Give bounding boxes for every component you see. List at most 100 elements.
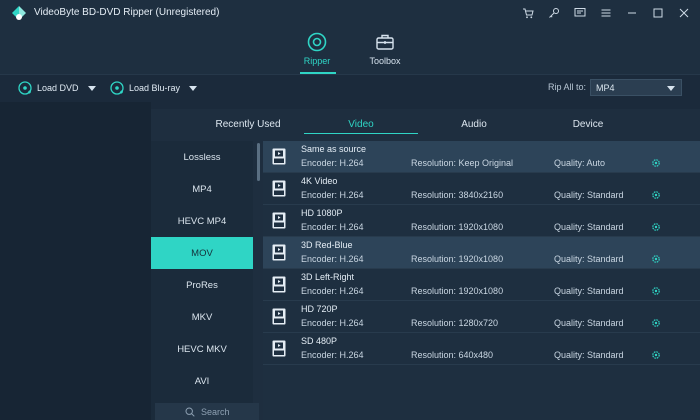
rip-all-format-select[interactable]: MP4 [590, 79, 682, 96]
format-name: HD 1080P [301, 208, 343, 218]
format-encoder: Encoder: H.264 [301, 158, 364, 168]
format-encoder: Encoder: H.264 [301, 318, 364, 328]
main-nav: Ripper Toolbox [0, 26, 700, 74]
format-name: SD 480P [301, 336, 338, 346]
ripper-icon [307, 32, 327, 52]
chevron-down-icon [667, 86, 675, 91]
close-icon[interactable] [676, 5, 692, 21]
format-row[interactable]: SD 480P Encoder: H.264 Resolution: 640x480… [263, 333, 700, 365]
app-title: VideoByte BD-DVD Ripper (Unregistered) [34, 7, 220, 18]
category-item-avi[interactable]: AVI [151, 365, 253, 397]
tab-audio[interactable]: Audio [429, 119, 519, 130]
gear-icon[interactable] [651, 158, 661, 168]
gear-icon[interactable] [651, 222, 661, 232]
format-quality: Quality: Standard [554, 222, 624, 232]
video-format-icon [272, 212, 286, 229]
format-row[interactable]: HD 720P Encoder: H.264 Resolution: 1280x72… [263, 301, 700, 333]
format-resolution: Resolution: 1920x1080 [411, 286, 504, 296]
format-resolution: Resolution: Keep Original [411, 158, 514, 168]
format-row[interactable]: 4K Video Encoder: H.264 Resolution: 3840x2… [263, 173, 700, 205]
format-name: Same as source [301, 144, 367, 154]
category-scrollbar[interactable] [257, 143, 260, 181]
format-list: Same as source Encoder: H.264 Resolution: … [263, 141, 700, 420]
category-item-mov[interactable]: MOV [151, 237, 253, 269]
rip-all-format-value: MP4 [596, 83, 615, 93]
load-bluray-dropdown-icon[interactable] [189, 85, 198, 91]
dvd-disc-icon [18, 81, 32, 95]
format-row[interactable]: 3D Red-Blue Encoder: H.264 Resolution: 192… [263, 237, 700, 269]
format-quality: Quality: Standard [554, 286, 624, 296]
category-item-mp4[interactable]: MP4 [151, 173, 253, 205]
bluray-disc-icon [110, 81, 124, 95]
rip-all-label: Rip All to: [548, 82, 587, 92]
format-panel: Recently Used Video Audio Device Lossles… [151, 109, 700, 420]
format-encoder: Encoder: H.264 [301, 350, 364, 360]
video-format-icon [272, 276, 286, 293]
nav-tab-toolbox[interactable]: Toolbox [357, 32, 413, 72]
format-row[interactable]: Same as source Encoder: H.264 Resolution: … [263, 141, 700, 173]
toolbox-icon [376, 34, 394, 50]
search-placeholder: Search [201, 406, 230, 417]
app-logo-icon [12, 6, 26, 20]
load-dvd-dropdown-icon[interactable] [87, 85, 96, 91]
category-list: Lossless MP4 HEVC MP4 MOV ProRes MKV HEV… [151, 141, 253, 420]
search-icon [185, 406, 195, 417]
format-tabs: Recently Used Video Audio Device [151, 109, 700, 141]
video-format-icon [272, 244, 286, 261]
format-encoder: Encoder: H.264 [301, 286, 364, 296]
format-name: HD 720P [301, 304, 338, 314]
format-resolution: Resolution: 1280x720 [411, 318, 499, 328]
key-icon[interactable] [546, 5, 562, 21]
gear-icon[interactable] [651, 286, 661, 296]
load-bluray-label: Load Blu-ray [129, 83, 181, 93]
format-quality: Quality: Standard [554, 190, 624, 200]
video-format-icon [272, 340, 286, 357]
file-list-area [0, 102, 151, 420]
format-quality: Quality: Standard [554, 318, 624, 328]
minimize-icon[interactable] [624, 5, 640, 21]
category-item-mkv[interactable]: MKV [151, 301, 253, 333]
gear-icon[interactable] [651, 318, 661, 328]
nav-tab-toolbox-label: Toolbox [369, 56, 401, 66]
feedback-icon[interactable] [572, 5, 588, 21]
category-item-hevc-mp4[interactable]: HEVC MP4 [151, 205, 253, 237]
tab-device[interactable]: Device [543, 119, 633, 130]
menu-icon[interactable] [598, 5, 614, 21]
video-format-icon [272, 148, 286, 165]
format-resolution: Resolution: 1920x1080 [411, 222, 504, 232]
search-input[interactable]: Search [155, 403, 259, 420]
category-item-prores[interactable]: ProRes [151, 269, 253, 301]
format-resolution: Resolution: 3840x2160 [411, 190, 504, 200]
tab-video[interactable]: Video [304, 119, 418, 130]
category-item-hevc-mkv[interactable]: HEVC MKV [151, 333, 253, 365]
format-row[interactable]: HD 1080P Encoder: H.264 Resolution: 1920x1… [263, 205, 700, 237]
format-row[interactable]: 3D Left-Right Encoder: H.264 Resolution: 1… [263, 269, 700, 301]
format-quality: Quality: Standard [554, 254, 624, 264]
format-encoder: Encoder: H.264 [301, 254, 364, 264]
nav-tab-ripper[interactable]: Ripper [289, 32, 345, 72]
gear-icon[interactable] [651, 190, 661, 200]
tab-active-indicator [304, 133, 418, 134]
load-bluray-button[interactable]: Load Blu-ray [110, 81, 198, 95]
gear-icon[interactable] [651, 350, 661, 360]
format-encoder: Encoder: H.264 [301, 222, 364, 232]
video-format-icon [272, 308, 286, 325]
format-encoder: Encoder: H.264 [301, 190, 364, 200]
format-quality: Quality: Standard [554, 350, 624, 360]
format-quality: Quality: Auto [554, 158, 606, 168]
title-bar: VideoByte BD-DVD Ripper (Unregistered) [0, 0, 700, 26]
maximize-icon[interactable] [650, 5, 666, 21]
format-resolution: Resolution: 640x480 [411, 350, 494, 360]
format-resolution: Resolution: 1920x1080 [411, 254, 504, 264]
nav-tab-ripper-label: Ripper [303, 56, 331, 66]
load-dvd-button[interactable]: Load DVD [18, 81, 96, 95]
format-name: 4K Video [301, 176, 338, 186]
format-name: 3D Red-Blue [301, 240, 353, 250]
format-name: 3D Left-Right [301, 272, 355, 282]
cart-icon[interactable] [520, 5, 536, 21]
video-format-icon [272, 180, 286, 197]
tab-recently-used[interactable]: Recently Used [203, 119, 293, 130]
category-item-lossless[interactable]: Lossless [151, 141, 253, 173]
load-dvd-label: Load DVD [37, 83, 79, 93]
gear-icon[interactable] [651, 254, 661, 264]
